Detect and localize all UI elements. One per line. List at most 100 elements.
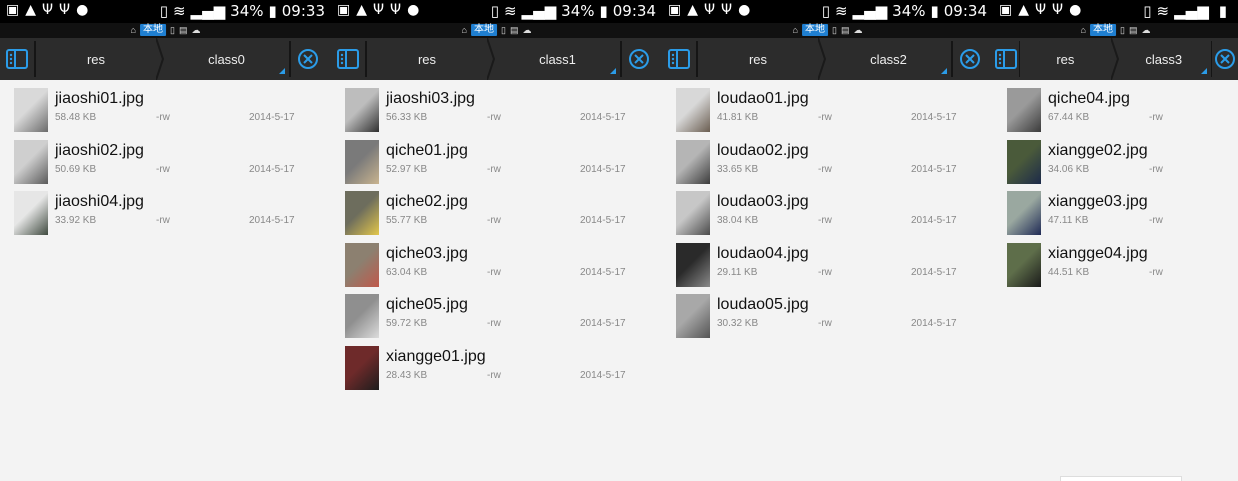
file-size: 56.33 KB [386, 112, 428, 123]
file-date: 2014-5-17 [580, 318, 626, 329]
file-list-item[interactable]: xiangge03.jpg 47.11 KB -rw [993, 187, 1238, 239]
usb-icon: Ψ [59, 2, 71, 18]
file-name: jiaoshi02.jpg [55, 141, 144, 159]
image-thumbnail [676, 139, 710, 184]
file-size: 30.32 KB [717, 318, 759, 329]
panel-toggle-icon[interactable] [993, 38, 1019, 80]
breadcrumb-root[interactable]: res [36, 38, 156, 80]
path-toolbar: res class2 [662, 38, 993, 80]
phone-icon: ▯ [169, 24, 175, 35]
file-list-item[interactable]: loudao02.jpg 33.65 KB -rw 2014-5-17 [662, 136, 993, 188]
image-thumbnail [345, 139, 379, 184]
file-permissions: -rw [818, 163, 832, 175]
file-permissions: -rw [1149, 215, 1163, 226]
notification-icons: ▣ ▲ Ψ Ψ ● [999, 2, 1081, 18]
file-list-item[interactable]: jiaoshi01.jpg 58.48 KB -rw 2014-5-17 [0, 84, 331, 136]
local-storage-badge[interactable]: 本地 [139, 24, 166, 36]
breadcrumb-root[interactable]: res [698, 38, 818, 80]
file-list-item[interactable]: qiche04.jpg 67.44 KB -rw [993, 84, 1238, 136]
file-list-item[interactable]: jiaoshi03.jpg 56.33 KB -rw 2014-5-17 [331, 84, 662, 136]
path-toolbar: res class1 [331, 38, 662, 80]
cloud-icon: ☁ [191, 24, 201, 35]
file-size: 34.06 KB [1048, 163, 1090, 175]
file-list-item[interactable]: loudao04.jpg 29.11 KB -rw 2014-5-17 [662, 239, 993, 291]
file-list-item[interactable]: jiaoshi02.jpg 50.69 KB -rw 2014-5-17 [0, 136, 331, 188]
file-list-item[interactable]: jiaoshi04.jpg 33.92 KB -rw 2014-5-17 [0, 187, 331, 239]
local-storage-badge[interactable]: 本地 [470, 24, 497, 36]
file-permissions: -rw [487, 163, 501, 175]
phone-icon: ▯ [831, 24, 837, 35]
cloud-icon: ☁ [522, 24, 532, 35]
file-date: 2014-5-17 [249, 215, 295, 226]
close-icon[interactable] [291, 38, 325, 80]
breadcrumb-root-label: res [86, 51, 106, 67]
file-list-item[interactable]: xiangge02.jpg 34.06 KB -rw [993, 136, 1238, 188]
breadcrumb-current[interactable]: class0 [164, 38, 289, 80]
image-thumbnail [676, 242, 710, 287]
sub-status-bar: ⌂ 本地 ▯ ▤ ☁ [993, 23, 1238, 38]
battery-percent: 34% [230, 2, 264, 20]
android-icon: ● [738, 2, 751, 18]
breadcrumb-current[interactable]: class3 [1117, 38, 1211, 80]
file-date: 2014-5-17 [249, 112, 295, 123]
file-list-item[interactable]: xiangge04.jpg 44.51 KB -rw [993, 239, 1238, 291]
breadcrumb-current[interactable]: class1 [495, 38, 620, 80]
close-icon[interactable] [1212, 38, 1238, 80]
file-permissions: -rw [156, 215, 170, 226]
app-panel-0: ▣ ▲ Ψ Ψ ● ▯ ≋ ▂▄▆ 34% ▮ 09:33 ⌂ 本地 ▯ ▤ ☁ res class0 jiaosh… [0, 0, 331, 481]
file-list-item[interactable]: xiangge01.jpg 28.43 KB -rw 2014-5-17 [331, 342, 662, 394]
file-list-item[interactable]: qiche03.jpg 63.04 KB -rw 2014-5-17 [331, 239, 662, 291]
panel-toggle-icon[interactable] [331, 38, 365, 80]
file-name: xiangge03.jpg [1048, 193, 1148, 210]
breadcrumb-current-label: class3 [1145, 51, 1183, 67]
clock: 09:34 [612, 2, 656, 20]
breadcrumb-current[interactable]: class2 [826, 38, 951, 80]
dropdown-corner-icon [941, 68, 947, 74]
file-date: 2014-5-17 [911, 215, 957, 226]
breadcrumb-root[interactable]: res [1020, 38, 1110, 80]
image-thumbnail [345, 242, 379, 287]
file-date: 2014-5-17 [580, 215, 626, 226]
file-list-item[interactable]: qiche01.jpg 52.97 KB -rw 2014-5-17 [331, 136, 662, 188]
panel-toggle-icon[interactable] [662, 38, 696, 80]
panel-toggle-icon[interactable] [0, 38, 34, 80]
usb-icon: Ψ [390, 2, 402, 18]
file-permissions: -rw [487, 318, 501, 329]
file-list-item[interactable]: loudao05.jpg 30.32 KB -rw 2014-5-17 [662, 290, 993, 342]
status-bar: ▣ ▲ Ψ Ψ ● ▯ ≋ ▂▄▆ 34% ▮ 09:33 [0, 0, 331, 23]
file-date: 2014-5-17 [249, 163, 295, 175]
notification-icons: ▣ ▲ Ψ Ψ ● [337, 2, 419, 18]
file-name: xiangge04.jpg [1048, 244, 1148, 262]
file-size: 63.04 KB [386, 266, 428, 278]
chevron-right-icon [818, 38, 826, 80]
file-list-item[interactable]: qiche05.jpg 59.72 KB -rw 2014-5-17 [331, 290, 662, 342]
home-icon: ⌂ [130, 25, 136, 35]
close-icon[interactable] [953, 38, 987, 80]
sub-status-bar: ⌂ 本地 ▯ ▤ ☁ [0, 23, 331, 38]
android-icon: ● [1069, 2, 1082, 18]
path-toolbar: res class0 [0, 38, 331, 80]
image-thumbnail [345, 88, 379, 132]
image-icon: ▣ [999, 2, 1013, 18]
local-storage-badge[interactable]: 本地 [801, 24, 828, 36]
usb-icon: Ψ [721, 2, 733, 18]
image-thumbnail [676, 191, 710, 235]
file-list: loudao01.jpg 41.81 KB -rw 2014-5-17 loudao02… [662, 80, 993, 342]
local-storage-badge[interactable]: 本地 [1089, 24, 1116, 36]
file-date: 2014-5-17 [580, 369, 626, 381]
sdcard-icon: ▤ [509, 24, 519, 35]
clock: 09:34 [943, 2, 987, 20]
file-permissions: -rw [487, 266, 501, 278]
file-permissions: -rw [1149, 266, 1163, 278]
file-list-item[interactable]: qiche02.jpg 55.77 KB -rw 2014-5-17 [331, 187, 662, 239]
file-date: 2014-5-17 [580, 266, 626, 278]
breadcrumb-root[interactable]: res [367, 38, 487, 80]
phone-icon: ▯ [500, 24, 506, 35]
file-list-item[interactable]: loudao03.jpg 38.04 KB -rw 2014-5-17 [662, 187, 993, 239]
file-list: qiche04.jpg 67.44 KB -rw xiangge02.jpg 34.06… [993, 80, 1238, 290]
battery-icon: ▮ [268, 2, 277, 20]
close-icon[interactable] [622, 38, 656, 80]
image-thumbnail [14, 88, 48, 132]
image-thumbnail [345, 345, 379, 390]
file-list-item[interactable]: loudao01.jpg 41.81 KB -rw 2014-5-17 [662, 84, 993, 136]
